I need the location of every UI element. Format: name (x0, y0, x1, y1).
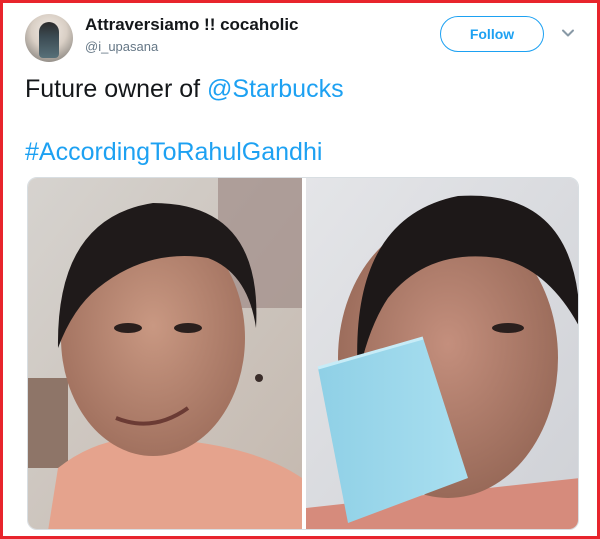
follow-button-label: Follow (469, 26, 515, 42)
author-display-name[interactable]: Attraversiamo !! cocaholic (85, 15, 299, 35)
media-photos (28, 178, 578, 529)
tweet-media[interactable] (27, 177, 579, 530)
author-handle[interactable]: @i_upasana (85, 39, 158, 54)
photo-right (306, 178, 578, 529)
avatar[interactable] (25, 14, 73, 62)
chevron-down-icon[interactable] (560, 25, 576, 41)
tweet-text: Future owner of @Starbucks (25, 75, 344, 104)
photo-left (28, 178, 302, 529)
hashtag-link[interactable]: #AccordingToRahulGandhi (25, 138, 322, 167)
mention-link[interactable]: @Starbucks (207, 75, 344, 103)
tweet-card: Attraversiamo !! cocaholic @i_upasana Fo… (0, 0, 600, 539)
follow-button[interactable]: Follow (440, 16, 544, 52)
tweet-text-prefix: Future owner of (25, 75, 208, 103)
